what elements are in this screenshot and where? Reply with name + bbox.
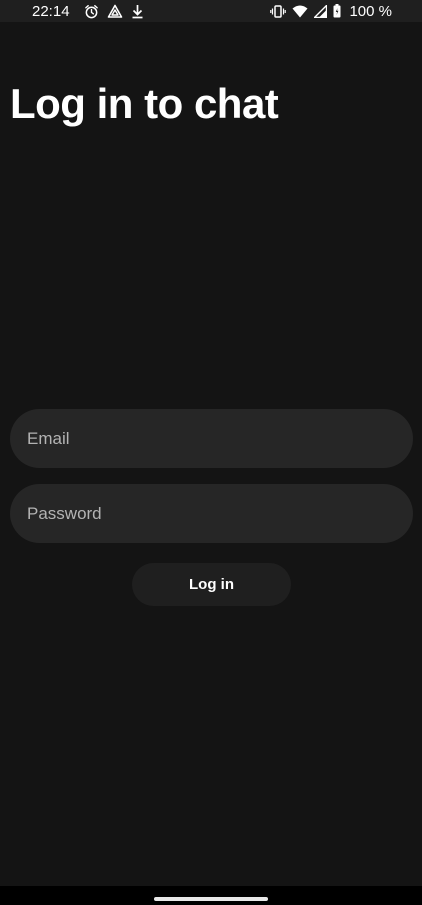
email-field[interactable]	[27, 428, 396, 449]
navigation-bar	[0, 886, 422, 905]
status-bar: 22:14 100 %	[0, 0, 422, 22]
status-right: 100 %	[270, 3, 392, 20]
download-icon	[131, 4, 144, 19]
vpn-triangle-icon	[107, 4, 123, 19]
vibrate-icon	[270, 4, 287, 18]
home-gesture-handle[interactable]	[154, 897, 268, 901]
status-left: 22:14	[32, 3, 144, 20]
password-field[interactable]	[27, 503, 396, 524]
email-field-container[interactable]	[10, 409, 413, 468]
wifi-icon	[292, 5, 308, 18]
status-time: 22:14	[32, 2, 70, 20]
page-title: Log in to chat	[10, 80, 279, 127]
login-button[interactable]: Log in	[132, 563, 291, 606]
password-field-container[interactable]	[10, 484, 413, 543]
signal-icon	[314, 4, 328, 18]
battery-icon	[333, 4, 341, 18]
alarm-icon	[84, 4, 99, 19]
battery-percentage: 100 %	[349, 2, 392, 20]
